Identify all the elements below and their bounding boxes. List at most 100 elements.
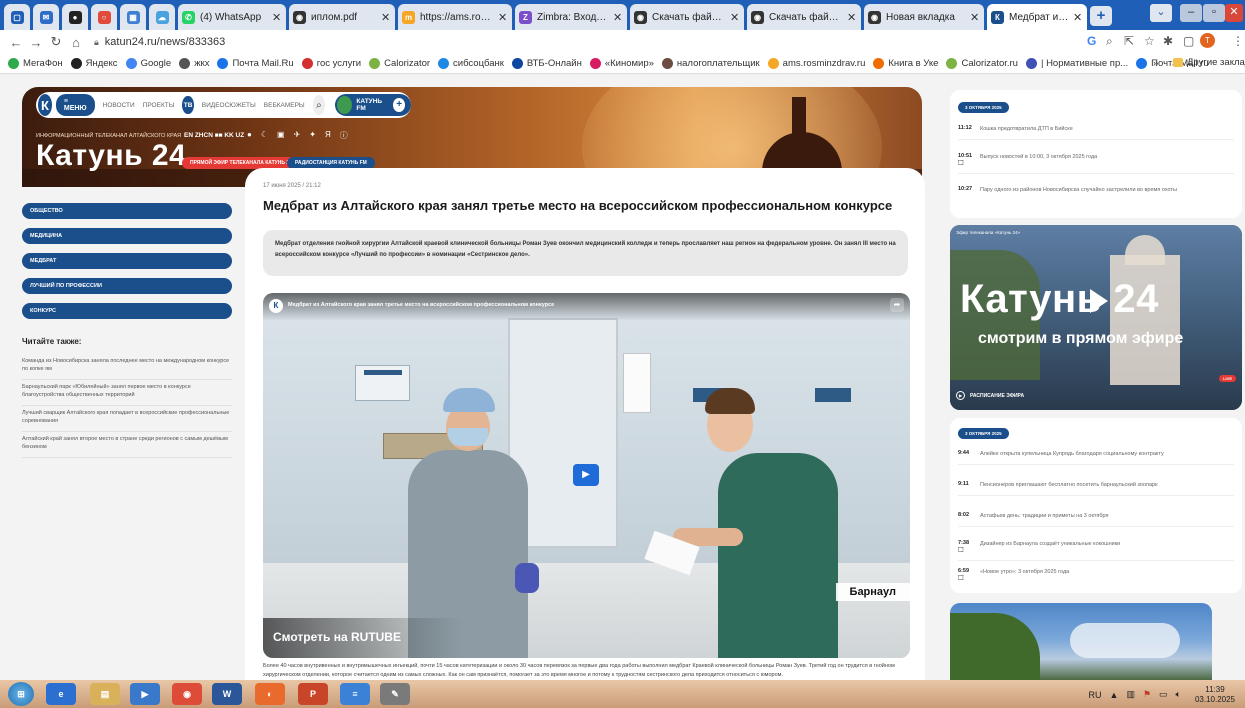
nav-videos[interactable]: ВИДЕОСЮЖЕТЫ bbox=[202, 102, 256, 109]
live-stream-widget[interactable]: Эфир телеканала «Катунь 24» Катунь 24 см… bbox=[950, 225, 1242, 410]
profile-avatar[interactable]: Т bbox=[1200, 33, 1215, 48]
rutube-icon[interactable]: ▣ bbox=[277, 130, 285, 141]
bookmark-item[interactable]: МегаФон bbox=[8, 58, 63, 69]
volume-icon[interactable]: 🔈︎ bbox=[1176, 689, 1181, 700]
network-icon[interactable]: ▥ bbox=[1126, 689, 1135, 700]
explorer-icon[interactable]: ▤ bbox=[90, 683, 120, 705]
minimize-button[interactable]: – bbox=[1180, 4, 1202, 22]
yandex-icon[interactable]: Я bbox=[325, 130, 331, 141]
browser-tab[interactable]: ✉ bbox=[33, 4, 59, 30]
tv-button[interactable]: ТВ bbox=[182, 96, 194, 114]
nav-webcams[interactable]: ВЕБКАМЕРЫ bbox=[264, 102, 305, 109]
media-player-icon[interactable]: ▶ bbox=[130, 683, 160, 705]
paint-icon[interactable]: ✎ bbox=[380, 683, 410, 705]
close-window-button[interactable]: ✕ bbox=[1225, 4, 1243, 22]
bookmark-item[interactable]: Яндекс bbox=[70, 58, 118, 69]
bookmark-item[interactable]: налогоплательщик bbox=[661, 58, 760, 69]
browser-tab-zimbra[interactable]: Z Zimbra: Входящие (1 ✕ bbox=[515, 4, 627, 30]
other-bookmarks-folder[interactable]: Другие заклад bbox=[1173, 57, 1245, 68]
bookmark-item[interactable]: | Нормативные пр... bbox=[1025, 58, 1128, 69]
tab-search-button[interactable]: ⌄ bbox=[1150, 4, 1172, 22]
browser-tab-ams[interactable]: m https://ams.rosminzd ✕ bbox=[398, 4, 512, 30]
schedule-link[interactable]: ▶ РАСПИСАНИЕ ЭФИРА bbox=[956, 391, 1024, 400]
chrome-icon[interactable]: ◉ bbox=[172, 683, 202, 705]
close-icon[interactable]: ✕ bbox=[498, 11, 508, 24]
play-icon[interactable] bbox=[1090, 289, 1108, 313]
language-switcher[interactable]: EN ZHCN ■■ KK UZ bbox=[184, 132, 244, 139]
clock[interactable]: 11:39 03.10.2025 bbox=[1195, 685, 1235, 704]
feed-item[interactable]: 6:59 ⬚ «Новое утро»: 3 октября 2025 года bbox=[958, 568, 1234, 588]
browser-tab[interactable]: ☁ bbox=[149, 4, 175, 30]
tag-best-in-profession[interactable]: ЛУЧШИЙ ПО ПРОФЕССИИ bbox=[22, 278, 232, 294]
tag-society[interactable]: ОБЩЕСТВО bbox=[22, 203, 232, 219]
bookmark-item[interactable]: ВТБ-Онлайн bbox=[511, 58, 582, 69]
ie-icon[interactable]: e bbox=[46, 683, 76, 705]
menu-dots-icon[interactable]: ⋮ bbox=[1232, 34, 1244, 48]
home-button[interactable]: ⌂ bbox=[66, 35, 86, 50]
flag-icon[interactable]: ⚑ bbox=[1143, 689, 1151, 700]
tray-arrow-icon[interactable]: ▲ bbox=[1110, 690, 1119, 700]
vk-icon[interactable]: ☾ bbox=[261, 130, 268, 141]
video-player[interactable]: К Медбрат из Алтайского края занял треть… bbox=[263, 293, 910, 658]
news-photo[interactable] bbox=[950, 603, 1212, 680]
tag-medicine[interactable]: МЕДИЦИНА bbox=[22, 228, 232, 244]
feed-item[interactable]: 10:27 Пару одного из районов Новосибирск… bbox=[958, 186, 1234, 200]
tag-contest[interactable]: КОНКУРС bbox=[22, 303, 232, 319]
play-button[interactable]: ▶ bbox=[573, 464, 599, 486]
browser-tab-ilove[interactable]: ◉ Скачать файл | iLovel ✕ bbox=[747, 4, 861, 30]
word-icon[interactable]: W bbox=[212, 683, 242, 705]
bookmark-item[interactable]: «Киномир» bbox=[589, 58, 654, 69]
channel-logo-icon[interactable]: К bbox=[269, 299, 283, 313]
ok-icon[interactable]: ● bbox=[247, 130, 252, 141]
share-icon[interactable]: ⇱ bbox=[1124, 34, 1134, 48]
watch-on-rutube[interactable]: Смотреть на RUTUBE bbox=[263, 618, 463, 658]
new-tab-button[interactable]: + bbox=[1090, 6, 1112, 26]
feed-item[interactable]: 9:44 Алейке открыта купельница Купрядь б… bbox=[958, 450, 1234, 466]
maximize-button[interactable]: ▫ bbox=[1203, 4, 1225, 22]
feed-item[interactable]: 9:11 Пенсионеров приглашают бесплатно по… bbox=[958, 481, 1234, 497]
telegram-icon[interactable]: ✈ bbox=[294, 130, 301, 141]
bookmark-item[interactable]: Книга в Уке bbox=[873, 58, 938, 69]
read-also-link[interactable]: Барнаульский парк «Юбилейный» занял перв… bbox=[22, 383, 232, 406]
close-icon[interactable]: ✕ bbox=[970, 11, 980, 24]
extensions-icon[interactable]: ✱ bbox=[1163, 34, 1173, 48]
browser-tab-active[interactable]: К Медбрат из Алтайск ✕ bbox=[987, 4, 1087, 30]
close-icon[interactable]: ✕ bbox=[272, 11, 282, 24]
forward-button[interactable]: → bbox=[26, 35, 46, 50]
browser-tab-whatsapp[interactable]: ✆ (4) WhatsApp ✕ bbox=[178, 4, 286, 30]
feed-item[interactable]: 10:51 ⬚ Выпуск новостей в 10:00, 3 октябр… bbox=[958, 153, 1234, 174]
close-icon[interactable]: ✕ bbox=[381, 11, 391, 24]
feed-item[interactable]: 7:38 ⬚ Дизайнер из Барнаула создаёт уника… bbox=[958, 540, 1234, 561]
reload-button[interactable]: ↻ bbox=[46, 34, 66, 50]
bookmark-item[interactable]: ams.rosminzdrav.ru bbox=[767, 58, 865, 69]
bookmark-item[interactable]: Почта Mail.Ru bbox=[217, 58, 294, 69]
google-icon[interactable]: G bbox=[1087, 34, 1096, 48]
browser-tab[interactable]: ○ bbox=[91, 4, 117, 30]
nav-projects[interactable]: ПРОЕКТЫ bbox=[143, 102, 175, 109]
menu-button[interactable]: ≡ МЕНЮ bbox=[55, 94, 95, 116]
close-icon[interactable]: ✕ bbox=[1073, 11, 1083, 24]
share-icon[interactable]: ➦ bbox=[890, 298, 904, 312]
powerpoint-icon[interactable]: P bbox=[298, 683, 328, 705]
browser-tab-ilove[interactable]: ◉ Скачать файл | iLovel ✕ bbox=[630, 4, 744, 30]
read-also-link[interactable]: Команда из Новосибирска заняла последнее… bbox=[22, 357, 232, 380]
bookmark-item[interactable]: Google bbox=[125, 58, 171, 69]
sidepanel-icon[interactable]: ▢ bbox=[1183, 34, 1194, 48]
bookmarks-more-button[interactable]: » bbox=[1153, 58, 1158, 69]
browser-tab-newtab[interactable]: ◉ Новая вкладка ✕ bbox=[864, 4, 984, 30]
start-button[interactable]: ⊞ bbox=[8, 682, 34, 706]
language-indicator[interactable]: RU bbox=[1089, 690, 1102, 700]
bookmark-star-icon[interactable]: ☆ bbox=[1144, 34, 1155, 48]
close-icon[interactable]: ✕ bbox=[847, 11, 857, 24]
site-logo-icon[interactable]: К bbox=[38, 94, 52, 116]
feed-item[interactable]: 8:02 Астафьев день: традиции и приметы н… bbox=[958, 512, 1234, 528]
display-icon[interactable]: ▭ bbox=[1159, 689, 1168, 700]
tag-nurse[interactable]: МЕДБРАТ bbox=[22, 253, 232, 269]
read-also-link[interactable]: Алтайский край занял второе место в стра… bbox=[22, 435, 232, 458]
site-title[interactable]: Катунь 24 bbox=[36, 139, 186, 173]
browser-tab[interactable]: ● bbox=[62, 4, 88, 30]
radio-button[interactable]: КАТУНЬ FM + bbox=[335, 94, 411, 116]
bookmark-item[interactable]: Calorizator.ru bbox=[946, 58, 1018, 69]
nav-news[interactable]: НОВОСТИ bbox=[103, 102, 135, 109]
close-icon[interactable]: ✕ bbox=[613, 11, 623, 24]
